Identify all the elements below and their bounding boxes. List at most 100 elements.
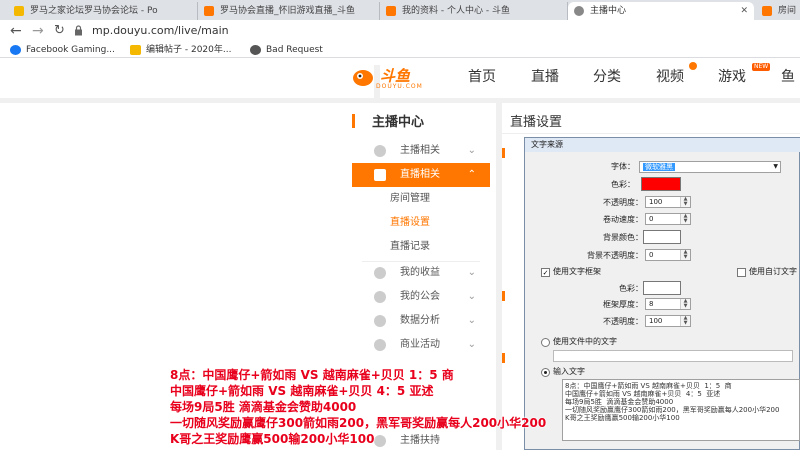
tab-profile[interactable]: 我的资料 - 个人中心 - 斗鱼 [380, 2, 568, 20]
site-header: 斗鱼 DOUYU.COM 首页 直播 分类 视频 游戏 NEW 鱼 [0, 58, 800, 412]
tab-forum[interactable]: 罗马之家论坛罗马协会论坛 - Po [8, 2, 198, 20]
font-value: 微软雅黑 [643, 163, 675, 171]
chevron-down-icon: ⌄ [467, 267, 476, 278]
fish-logo-icon [353, 70, 373, 86]
section-accent [502, 148, 505, 158]
chart-icon [374, 315, 386, 327]
scroll-speed-value: 0 [649, 215, 654, 223]
tab-douyu-live[interactable]: 罗马协会直播_怀旧游戏直播_斗鱼 [198, 2, 380, 20]
opacity-input[interactable]: 100 ▲ ▼ [645, 196, 691, 208]
overlay-line: 中国鹰仔+箭如雨 VS 越南麻雀+贝贝 4：5 亚述 [170, 384, 434, 398]
nav-home[interactable]: 首页 [468, 66, 496, 86]
new-badge: NEW [752, 63, 771, 71]
globe-icon [250, 45, 261, 55]
sidebar-item-anchor[interactable]: 主播相关 ⌄ [352, 139, 490, 163]
bg-opacity-label: 背景不透明度： [587, 251, 643, 260]
text-color-swatch[interactable] [641, 177, 681, 191]
bookmark-edit-post[interactable]: 编辑帖子 - 2020年... [130, 43, 231, 57]
nav-category[interactable]: 分类 [593, 66, 621, 86]
spinner-icon[interactable]: ▲ ▼ [680, 214, 690, 224]
tab-title: 我的资料 - 个人中心 - 斗鱼 [402, 6, 510, 16]
scroll-speed-input[interactable]: 0 ▲ ▼ [645, 213, 691, 225]
section-accent [502, 291, 505, 301]
file-path-input[interactable] [553, 350, 793, 362]
spinner-icon[interactable]: ▲ ▼ [680, 197, 690, 207]
forum-favicon-icon [14, 6, 24, 16]
title-divider [502, 133, 800, 134]
facebook-icon [10, 45, 21, 55]
sidebar-item-live[interactable]: 直播相关 ⌃ [352, 163, 490, 187]
douyu-favicon-icon [386, 6, 396, 16]
sidebar-item-label: 我的收益 [400, 267, 440, 278]
sidebar-item-label: 主播相关 [400, 145, 440, 156]
sidebar-sub-room-manage[interactable]: 房间管理 [352, 187, 490, 211]
input-text-label: 输入文字 [553, 367, 585, 376]
tab-anchor-center[interactable]: 主播中心 ✕ [568, 2, 754, 20]
nav-game[interactable]: 游戏 [718, 66, 746, 86]
douyu-favicon-icon [204, 6, 214, 16]
border-opacity-value: 100 [649, 317, 663, 325]
tab-room[interactable]: 房间 [756, 2, 800, 20]
dialog-title: 文字来源 [525, 138, 800, 152]
douyu-favicon-icon [762, 6, 772, 16]
forward-arrow-icon[interactable]: → [32, 22, 44, 40]
bg-opacity-input[interactable]: 0 ▲ ▼ [645, 249, 691, 261]
sidebar-item-label: 数据分析 [400, 315, 440, 326]
opacity-value: 100 [649, 198, 663, 206]
bookmarks-bar: Facebook Gaming... 编辑帖子 - 2020年... Bad R… [0, 42, 800, 58]
chevron-down-icon: ⌄ [467, 291, 476, 302]
overlay-line: 每场9局5胜 滴滴基金会赞助4000 [170, 400, 357, 414]
bookmark-label: Facebook Gaming... [26, 45, 115, 55]
microphone-icon [374, 145, 386, 157]
bookmark-bad-request[interactable]: Bad Request [250, 43, 323, 57]
bookmark-facebook-gaming[interactable]: Facebook Gaming... [10, 43, 115, 57]
nav-fish[interactable]: 鱼 [781, 66, 795, 86]
chevron-up-icon: ⌃ [467, 169, 476, 180]
overlay-line: 8点：中国鹰仔+箭如雨 VS 越南麻雀+贝贝 1：5 商 [170, 368, 454, 382]
bg-color-label: 背景颜色： [603, 233, 643, 242]
sidebar-item-analytics[interactable]: 数据分析 ⌄ [352, 309, 490, 333]
use-file-radio[interactable] [541, 338, 550, 347]
tab-title: 罗马之家论坛罗马协会论坛 - Po [30, 6, 158, 16]
bookmark-label: Bad Request [266, 45, 323, 55]
border-thickness-label: 框架厚度： [603, 300, 643, 309]
spinner-icon[interactable]: ▲ ▼ [680, 299, 690, 309]
douyu-logo[interactable]: 斗鱼 DOUYU.COM [352, 64, 678, 412]
page-title: 直播设置 [510, 115, 563, 130]
sidebar-sub-live-records[interactable]: 直播记录 [352, 235, 490, 259]
use-file-label: 使用文件中的文字 [553, 337, 617, 346]
opacity-label: 不透明度： [603, 198, 643, 207]
use-custom-label: 使用自订文字 [749, 267, 797, 276]
bg-color-swatch[interactable] [643, 230, 681, 244]
address-bar[interactable]: mp.douyu.com/live/main [92, 23, 229, 39]
reload-icon[interactable]: ↻ [54, 22, 65, 40]
tab-title: 房间 [778, 6, 797, 16]
chevron-down-icon: ⌄ [467, 145, 476, 156]
nav-video[interactable]: 视频 [656, 66, 684, 86]
sidebar-item-label: 我的公会 [400, 291, 440, 302]
border-thickness-input[interactable]: 8 ▲ ▼ [645, 298, 691, 310]
border-opacity-label: 不透明度： [603, 317, 643, 326]
nav-live[interactable]: 直播 [531, 66, 559, 86]
use-border-label: 使用文字框架 [553, 267, 601, 276]
video-dot-icon [689, 62, 697, 70]
business-icon [374, 339, 386, 351]
input-text-area[interactable]: 8点：中国鹰仔+箭如雨 VS 越南麻雀+贝贝 1：5 商 中国鹰仔+箭如雨 VS… [562, 379, 800, 441]
back-arrow-icon[interactable]: ← [10, 22, 22, 40]
font-select[interactable]: 微软雅黑 ▼ [639, 161, 781, 173]
sidebar-item-guild[interactable]: 我的公会 ⌄ [352, 285, 490, 309]
use-custom-checkbox[interactable] [737, 268, 746, 277]
sidebar-item-business[interactable]: 商业活动 ⌄ [352, 333, 490, 357]
use-border-checkbox[interactable]: ✓ [541, 268, 550, 277]
bg-opacity-value: 0 [649, 251, 654, 259]
sidebar-sub-live-settings[interactable]: 直播设置 [352, 211, 490, 235]
border-opacity-input[interactable]: 100 ▲ ▼ [645, 315, 691, 327]
lock-icon [75, 25, 82, 36]
border-color-swatch[interactable] [643, 281, 681, 295]
spinner-icon[interactable]: ▲ ▼ [680, 316, 690, 326]
spinner-icon[interactable]: ▲ ▼ [680, 250, 690, 260]
sidebar-item-earnings[interactable]: 我的收益 ⌄ [352, 261, 490, 285]
close-tab-icon[interactable]: ✕ [740, 2, 748, 20]
scroll-speed-label: 卷动速度： [603, 215, 643, 224]
bookmark-label: 编辑帖子 - 2020年... [146, 45, 232, 55]
